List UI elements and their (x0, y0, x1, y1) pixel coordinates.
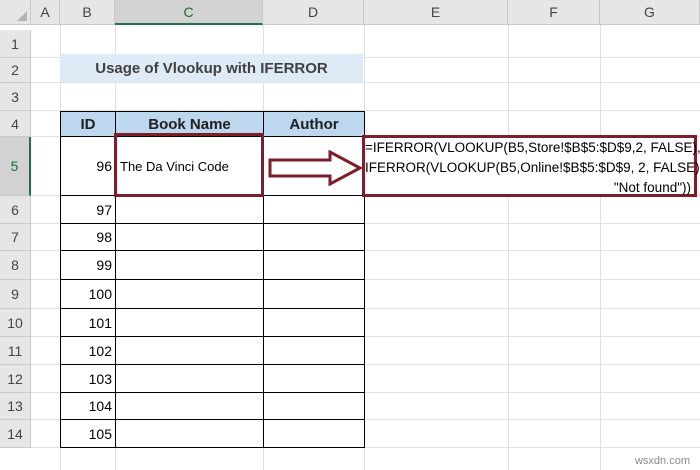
column-header-b[interactable]: B (60, 0, 115, 25)
book-name-cell[interactable] (115, 250, 264, 280)
id-cell[interactable]: 103 (60, 364, 116, 393)
column-header-d[interactable]: D (263, 0, 364, 25)
author-cell[interactable] (263, 308, 365, 337)
id-cell[interactable]: 99 (60, 250, 116, 280)
author-header: Author (263, 111, 365, 138)
id-header: ID (60, 111, 116, 138)
column-header-e[interactable]: E (364, 0, 508, 25)
row-header-10[interactable]: 10 (0, 309, 31, 337)
book-name-cell[interactable] (115, 419, 264, 448)
select-all-triangle-icon (17, 11, 27, 21)
id-cell[interactable]: 96 (60, 136, 116, 196)
formula-line-2: IFERROR(VLOOKUP(B5,Online!$B$5:$D$9, 2, … (365, 160, 700, 175)
row-header-3[interactable]: 3 (0, 83, 31, 111)
row-header-1[interactable]: 1 (0, 30, 31, 58)
formula-line-3: "Not found")) (613, 180, 691, 195)
book-name-cell[interactable] (115, 223, 264, 251)
book-name-cell[interactable] (115, 308, 264, 337)
row-header-4[interactable]: 4 (0, 111, 31, 137)
author-cell[interactable] (263, 336, 365, 365)
id-cell[interactable]: 98 (60, 223, 116, 251)
row-header-14[interactable]: 14 (0, 420, 31, 448)
sheet-title[interactable]: Usage of Vlookup with IFERROR (60, 54, 363, 82)
row-header-5[interactable]: 5 (0, 137, 31, 196)
book-name-cell[interactable] (115, 279, 264, 309)
row-header-9[interactable]: 9 (0, 280, 31, 309)
row-header-8[interactable]: 8 (0, 251, 31, 280)
select-all-corner[interactable] (0, 0, 31, 25)
row-header-6[interactable]: 6 (0, 196, 31, 224)
row-header-7[interactable]: 7 (0, 224, 31, 251)
author-cell[interactable] (263, 419, 365, 448)
column-header-a[interactable]: A (31, 0, 60, 25)
column-header-f[interactable]: F (508, 0, 600, 25)
column-header-g[interactable]: G (600, 0, 700, 25)
author-cell[interactable] (263, 392, 365, 420)
book-name-highlight-box (114, 133, 264, 197)
id-cell[interactable]: 100 (60, 279, 116, 309)
author-cell[interactable] (263, 364, 365, 393)
right-arrow-icon (268, 150, 364, 186)
book-name-cell[interactable] (115, 392, 264, 420)
id-cell[interactable]: 97 (60, 195, 116, 224)
watermark: wsxdn.com (634, 455, 690, 467)
gridline-horizontal (31, 82, 700, 83)
book-name-cell[interactable] (115, 195, 264, 224)
row-header-2[interactable]: 2 (0, 58, 31, 83)
row-header-13[interactable]: 13 (0, 393, 31, 420)
id-cell[interactable]: 102 (60, 336, 116, 365)
row-header-12[interactable]: 12 (0, 365, 31, 393)
gridline-vertical (600, 25, 601, 470)
column-header-c[interactable]: C (115, 0, 263, 25)
gridline-vertical (508, 25, 509, 470)
author-cell[interactable] (263, 195, 365, 224)
book-name-cell[interactable] (115, 336, 264, 365)
author-cell[interactable] (263, 250, 365, 280)
book-name-cell[interactable] (115, 364, 264, 393)
row-header-11[interactable]: 11 (0, 337, 31, 365)
author-cell[interactable] (263, 223, 365, 251)
author-cell[interactable] (263, 279, 365, 309)
id-cell[interactable]: 104 (60, 392, 116, 420)
formula-callout: =IFERROR(VLOOKUP(B5,Store!$B$5:$D$9,2, F… (362, 135, 700, 197)
id-cell[interactable]: 105 (60, 419, 116, 448)
id-cell[interactable]: 101 (60, 308, 116, 337)
formula-line-1: =IFERROR(VLOOKUP(B5,Store!$B$5:$D$9,2, F… (365, 140, 700, 155)
